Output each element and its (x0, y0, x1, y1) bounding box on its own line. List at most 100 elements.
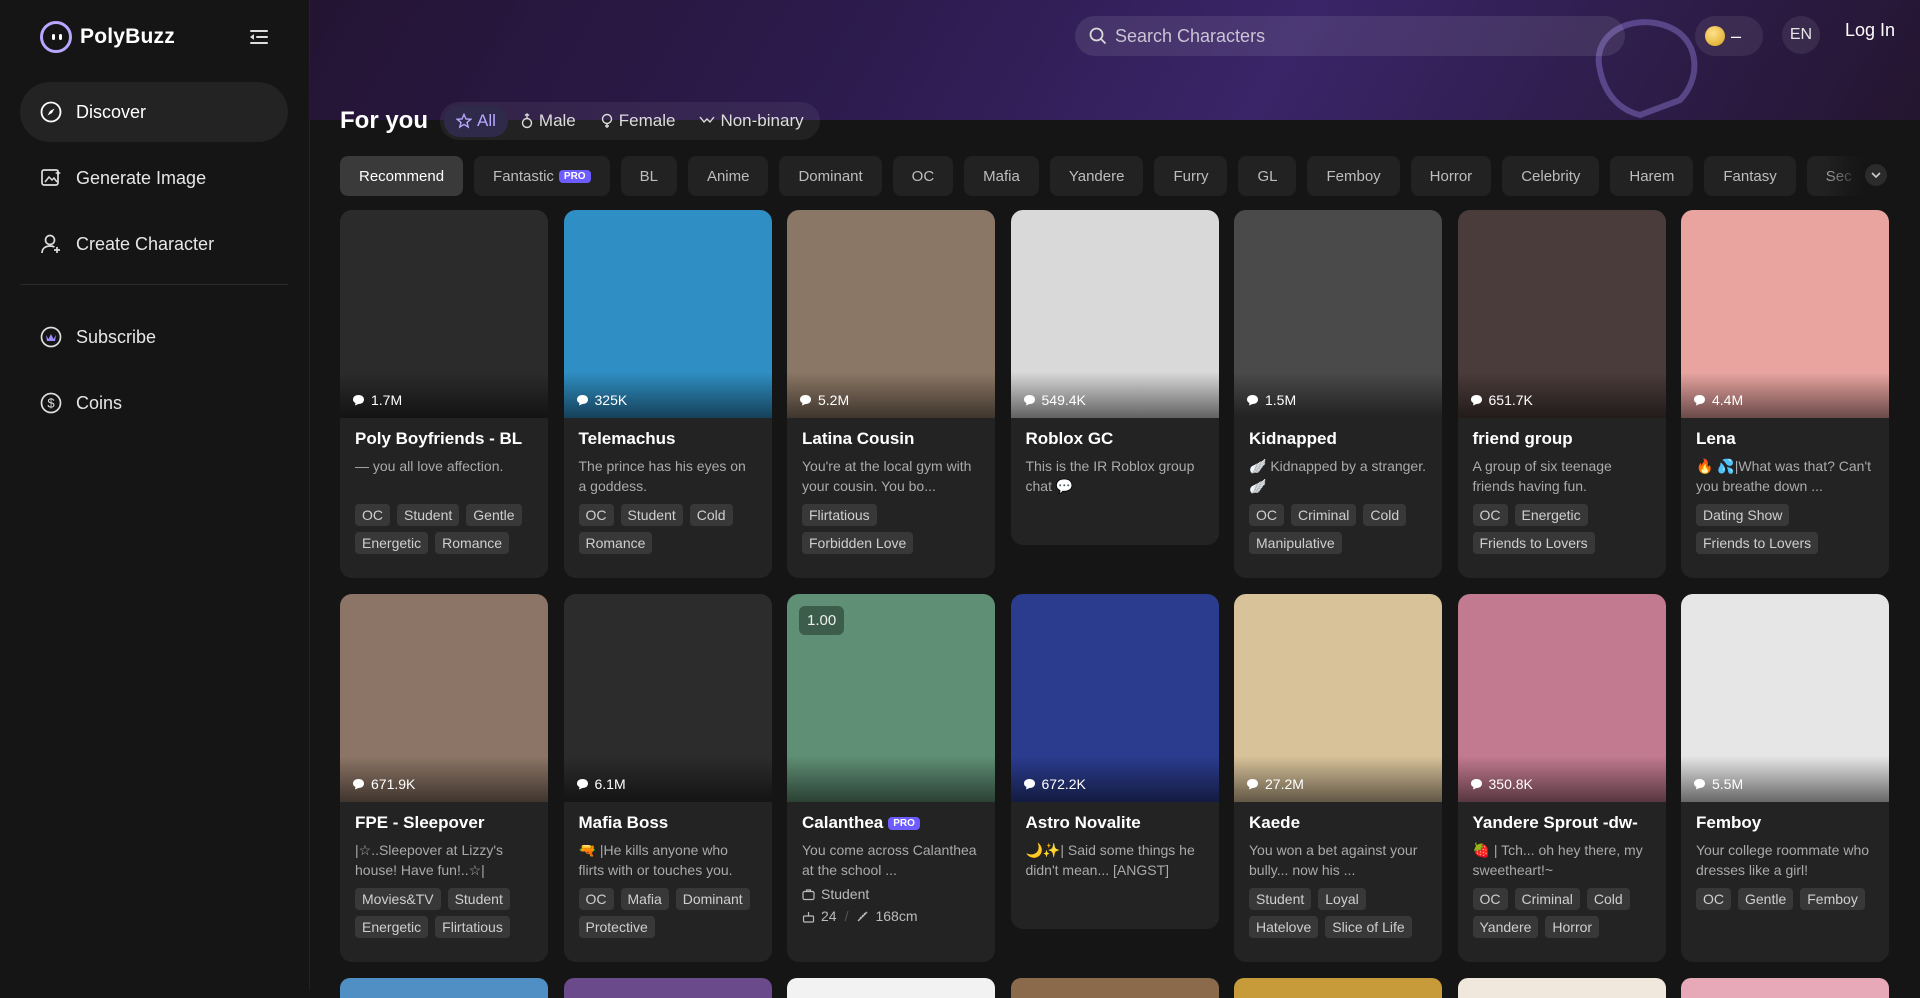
character-card-partial[interactable] (340, 978, 548, 998)
sidebar-item-discover[interactable]: Discover (20, 82, 288, 142)
sidebar-item-coins[interactable]: $ Coins (20, 373, 288, 433)
chat-bubble-icon (1694, 779, 1705, 790)
search-bar[interactable] (1075, 16, 1625, 56)
chat-bubble-icon (1247, 395, 1258, 406)
gender-filter-non-binary[interactable]: Non-binary (687, 105, 815, 137)
character-tag[interactable]: Energetic (1514, 504, 1588, 526)
character-tag[interactable]: Mafia (620, 888, 669, 910)
character-tag[interactable]: Horror (1545, 916, 1600, 938)
character-tag[interactable]: Criminal (1514, 888, 1580, 910)
character-tag[interactable]: Protective (578, 916, 655, 938)
character-tag[interactable]: Cold (1363, 504, 1407, 526)
character-tag[interactable]: Gentle (466, 504, 522, 526)
character-tag[interactable]: Cold (689, 504, 733, 526)
character-tag[interactable]: Student (1249, 888, 1312, 910)
character-card-partial[interactable] (1010, 978, 1219, 998)
character-tag[interactable]: Forbidden Love (802, 532, 914, 554)
search-input[interactable] (1115, 25, 1595, 47)
character-card[interactable]: 325K Telemachus The prince has his eyes on… (563, 210, 772, 578)
language-button[interactable]: EN (1782, 16, 1820, 54)
character-tag[interactable]: Romance (578, 532, 653, 554)
character-card[interactable]: 651.7K friend group A group of six teenage… (1457, 210, 1666, 578)
character-tag[interactable]: Hatelove (1249, 916, 1319, 938)
gender-label: Male (538, 111, 576, 130)
coin-balance[interactable]: – (1695, 16, 1763, 56)
character-tag[interactable]: Loyal (1318, 888, 1366, 910)
character-tag[interactable]: OC (578, 888, 614, 910)
sidebar-item-create-character[interactable]: Create Character (20, 214, 288, 274)
category-tab[interactable]: Furry (1154, 156, 1228, 196)
category-tab[interactable]: Harem (1610, 156, 1694, 196)
character-card[interactable]: 5.2M Latina Cousin You're at the local gym… (787, 210, 995, 578)
sidebar-item-generate-image[interactable]: Generate Image (20, 148, 288, 208)
category-tab[interactable]: Fantasy (1704, 156, 1796, 196)
character-tag[interactable]: OC (1696, 888, 1731, 910)
character-tag[interactable]: Student (447, 888, 510, 910)
logo[interactable]: PolyBuzz (40, 20, 270, 54)
character-tag[interactable]: Flirtatious (435, 916, 510, 938)
character-card-partial[interactable] (1457, 978, 1666, 998)
character-card[interactable]: 350.8K Yandere Sprout -dw- 🍓 | Tch... oh h… (1457, 594, 1666, 962)
character-card[interactable]: 549.4K Roblox GC This is the IR Roblox gro… (1010, 210, 1219, 545)
character-card[interactable]: 671.9K FPE - Sleepover |☆..Sleepover at Li… (340, 594, 548, 962)
category-tab[interactable]: Mafia (964, 156, 1039, 196)
character-tag[interactable]: OC (1249, 504, 1284, 526)
character-tag[interactable]: OC (1472, 888, 1508, 910)
sidebar-item-subscribe[interactable]: Subscribe (20, 307, 288, 367)
category-tab[interactable]: Recommend (340, 156, 464, 196)
category-tab[interactable]: Celebrity (1502, 156, 1600, 196)
character-card[interactable]: 1.7M Poly Boyfriends - BL — you all love a… (340, 210, 548, 578)
login-button[interactable]: Log In (1845, 20, 1895, 41)
chat-count: 1.5M (1246, 392, 1296, 408)
character-card[interactable]: 672.2K Astro Novalite 🌙✨| Said some things… (1010, 594, 1219, 929)
character-tag[interactable]: Student (620, 504, 683, 526)
character-tag[interactable]: Cold (1586, 888, 1630, 910)
character-tag[interactable]: OC (1472, 504, 1508, 526)
character-name: Yandere Sprout -dw- (1458, 802, 1666, 832)
gender-filter-male[interactable]: Male (508, 105, 588, 137)
gender-filter-all[interactable]: All (444, 105, 508, 137)
character-card[interactable]: 4.4M Lena 🔥 💦|What was that? Can't you bre… (1681, 210, 1889, 578)
chevron-down-icon[interactable] (1865, 164, 1887, 186)
character-card-partial[interactable] (1234, 978, 1442, 998)
character-tag[interactable]: Manipulative (1249, 532, 1342, 554)
character-tag[interactable]: Dating Show (1696, 504, 1790, 526)
category-tab[interactable]: Femboy (1307, 156, 1400, 196)
character-card[interactable]: 5.5M Femboy Your college roommate who dres… (1681, 594, 1889, 962)
character-card-partial[interactable] (787, 978, 995, 998)
character-card-partial[interactable] (563, 978, 772, 998)
character-tag[interactable]: Energetic (355, 532, 429, 554)
character-tag[interactable]: Movies&TV (355, 888, 441, 910)
category-tab[interactable]: Dominant (779, 156, 882, 196)
category-tab[interactable]: Yandere (1049, 156, 1144, 196)
collapse-sidebar-icon[interactable] (248, 26, 270, 48)
character-tag[interactable]: Romance (435, 532, 510, 554)
character-tag[interactable]: Student (397, 504, 460, 526)
character-tag[interactable]: Dominant (675, 888, 750, 910)
character-tag[interactable]: Criminal (1291, 504, 1357, 526)
category-tab[interactable]: GL (1238, 156, 1297, 196)
gender-filter-female[interactable]: Female (588, 105, 688, 137)
character-tag[interactable]: OC (578, 504, 614, 526)
ruler-icon (857, 911, 868, 921)
character-grid: 1.7M Poly Boyfriends - BL — you all love a… (340, 210, 1891, 962)
category-tab[interactable]: Fantastic PRO (474, 156, 610, 196)
category-tab[interactable]: OC (892, 156, 954, 196)
category-tab[interactable]: BL (620, 156, 677, 196)
character-tag[interactable]: Slice of Life (1325, 916, 1412, 938)
character-card-partial[interactable] (1681, 978, 1889, 998)
character-tag[interactable]: Friends to Lovers (1472, 532, 1595, 554)
character-tag[interactable]: Flirtatious (802, 504, 877, 526)
character-card[interactable]: 1.5M Kidnapped 🪽 Kidnapped by a stranger. … (1234, 210, 1442, 578)
character-tag[interactable]: Friends to Lovers (1696, 532, 1819, 554)
character-tag[interactable]: Energetic (355, 916, 429, 938)
character-card[interactable]: 1.00 Calanthea PRO You come across Calanthe… (787, 594, 995, 962)
character-tag[interactable]: Gentle (1738, 888, 1794, 910)
character-tag[interactable]: Femboy (1800, 888, 1865, 910)
character-card[interactable]: 6.1M Mafia Boss 🔫 |He kills anyone who fli… (563, 594, 772, 962)
category-tab[interactable]: Anime (687, 156, 769, 196)
character-tag[interactable]: Yandere (1472, 916, 1539, 938)
character-card[interactable]: 27.2M Kaede You won a bet against your bul… (1234, 594, 1442, 962)
character-tag[interactable]: OC (355, 504, 390, 526)
category-tab[interactable]: Horror (1410, 156, 1492, 196)
